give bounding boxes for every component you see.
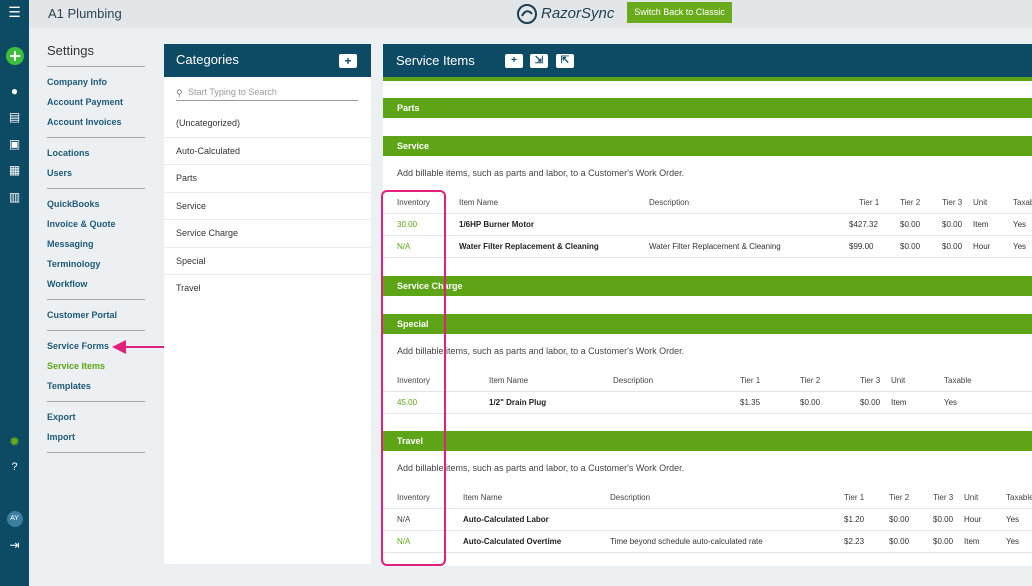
settings-item-customer-portal[interactable]: Customer Portal: [47, 305, 145, 325]
person-icon[interactable]: ●: [0, 84, 29, 98]
section-hint: Add billable items, such as parts and la…: [397, 168, 685, 178]
category-item[interactable]: (Uncategorized): [164, 110, 371, 138]
table-row[interactable]: N/A Auto-Calculated Labor $1.20 $0.00 $0…: [383, 509, 1032, 531]
settings-item-terminology[interactable]: Terminology: [47, 254, 145, 274]
settings-item-account-invoices[interactable]: Account Invoices: [47, 112, 145, 132]
category-item[interactable]: Special: [164, 248, 371, 275]
settings-title: Settings: [47, 43, 145, 67]
category-item[interactable]: Service Charge: [164, 220, 371, 248]
settings-item-workflow[interactable]: Workflow: [47, 274, 145, 294]
add-item-button[interactable]: +: [505, 54, 523, 68]
service-items-title: Service Items: [396, 53, 475, 68]
settings-item-company-info[interactable]: Company Info: [47, 72, 145, 92]
table-header: Inventory Item Name Description Tier 1 T…: [383, 370, 1032, 392]
menu-icon[interactable]: ☰: [0, 4, 29, 21]
report-icon[interactable]: ▥: [0, 190, 29, 204]
table-row[interactable]: 30.00 1/6HP Burner Motor $427.32 $0.00 $…: [383, 214, 1032, 236]
import-icon[interactable]: ⇲: [530, 54, 548, 68]
divider: [383, 77, 1032, 81]
section-special[interactable]: Special: [383, 314, 1032, 334]
switch-classic-button[interactable]: Switch Back to Classic: [627, 2, 732, 23]
category-item[interactable]: Service: [164, 193, 371, 220]
settings-item-service-items[interactable]: Service Items: [47, 356, 145, 376]
settings-item-users[interactable]: Users: [47, 163, 145, 183]
settings-item-import[interactable]: Import: [47, 427, 145, 447]
gear-icon[interactable]: ✹: [0, 434, 29, 450]
add-category-button[interactable]: +: [339, 54, 357, 68]
contact-icon[interactable]: ▣: [0, 137, 29, 151]
help-icon[interactable]: ?: [0, 461, 29, 473]
razorsync-logo: RazorSync: [516, 3, 614, 25]
table-row[interactable]: N/A Water Filter Replacement & Cleaning …: [383, 236, 1032, 258]
document-icon[interactable]: ▤: [0, 110, 29, 124]
settings-item-templates[interactable]: Templates: [47, 376, 145, 396]
table-row[interactable]: 45.00 1/2" Drain Plug $1.35 $0.00 $0.00 …: [383, 392, 1032, 414]
table-header: Inventory Item Name Description Tier 1 T…: [383, 192, 1032, 214]
section-parts[interactable]: Parts: [383, 98, 1032, 118]
settings-menu: Settings Company Info Account Payment Ac…: [47, 43, 145, 453]
settings-item-export[interactable]: Export: [47, 407, 145, 427]
settings-item-messaging[interactable]: Messaging: [47, 234, 145, 254]
table-header: Inventory Item Name Description Tier 1 T…: [383, 487, 1032, 509]
category-item[interactable]: Travel: [164, 275, 371, 303]
category-search-input[interactable]: ⚲ Start Typing to Search: [176, 85, 358, 101]
settings-group: Company Info Account Payment Account Inv…: [47, 67, 145, 138]
export-icon[interactable]: ⇱: [556, 54, 574, 68]
settings-item-quickbooks[interactable]: QuickBooks: [47, 194, 145, 214]
section-travel[interactable]: Travel: [383, 431, 1032, 451]
section-service-charge[interactable]: Service Charge: [383, 276, 1032, 296]
categories-panel: Categories + ⚲ Start Typing to Search (U…: [164, 44, 371, 564]
category-item[interactable]: Parts: [164, 165, 371, 193]
add-icon[interactable]: [0, 46, 29, 68]
logout-icon[interactable]: ⇥: [0, 538, 29, 552]
settings-item-locations[interactable]: Locations: [47, 143, 145, 163]
category-item[interactable]: Auto-Calculated: [164, 138, 371, 165]
category-list: (Uncategorized) Auto-Calculated Parts Se…: [164, 110, 371, 303]
top-bar: A1 Plumbing RazorSync Switch Back to Cla…: [29, 0, 1032, 28]
settings-group: Customer Portal: [47, 300, 145, 331]
search-placeholder: Start Typing to Search: [188, 87, 277, 97]
categories-header: Categories +: [164, 44, 371, 77]
settings-group: Locations Users: [47, 138, 145, 189]
company-name: A1 Plumbing: [48, 6, 122, 21]
settings-item-account-payment[interactable]: Account Payment: [47, 92, 145, 112]
calculator-icon[interactable]: ▦: [0, 163, 29, 177]
section-service[interactable]: Service: [383, 136, 1032, 156]
table-row[interactable]: N/A Auto-Calculated Overtime Time beyond…: [383, 531, 1032, 553]
categories-title: Categories: [176, 52, 239, 67]
settings-item-invoice-quote[interactable]: Invoice & Quote: [47, 214, 145, 234]
settings-group: Export Import: [47, 402, 145, 453]
inventory-column-highlight: [381, 190, 446, 566]
service-items-panel: Service Items + ⇲ ⇱ Parts Service Add bi…: [383, 44, 1032, 566]
search-icon: ⚲: [176, 88, 183, 98]
avatar[interactable]: AY: [0, 510, 29, 530]
service-items-header: Service Items + ⇲ ⇱: [383, 44, 1032, 77]
settings-group: QuickBooks Invoice & Quote Messaging Ter…: [47, 189, 145, 300]
left-rail: ☰ ● ▤ ▣ ▦ ▥ ✹ ? AY ⇥: [0, 0, 29, 586]
